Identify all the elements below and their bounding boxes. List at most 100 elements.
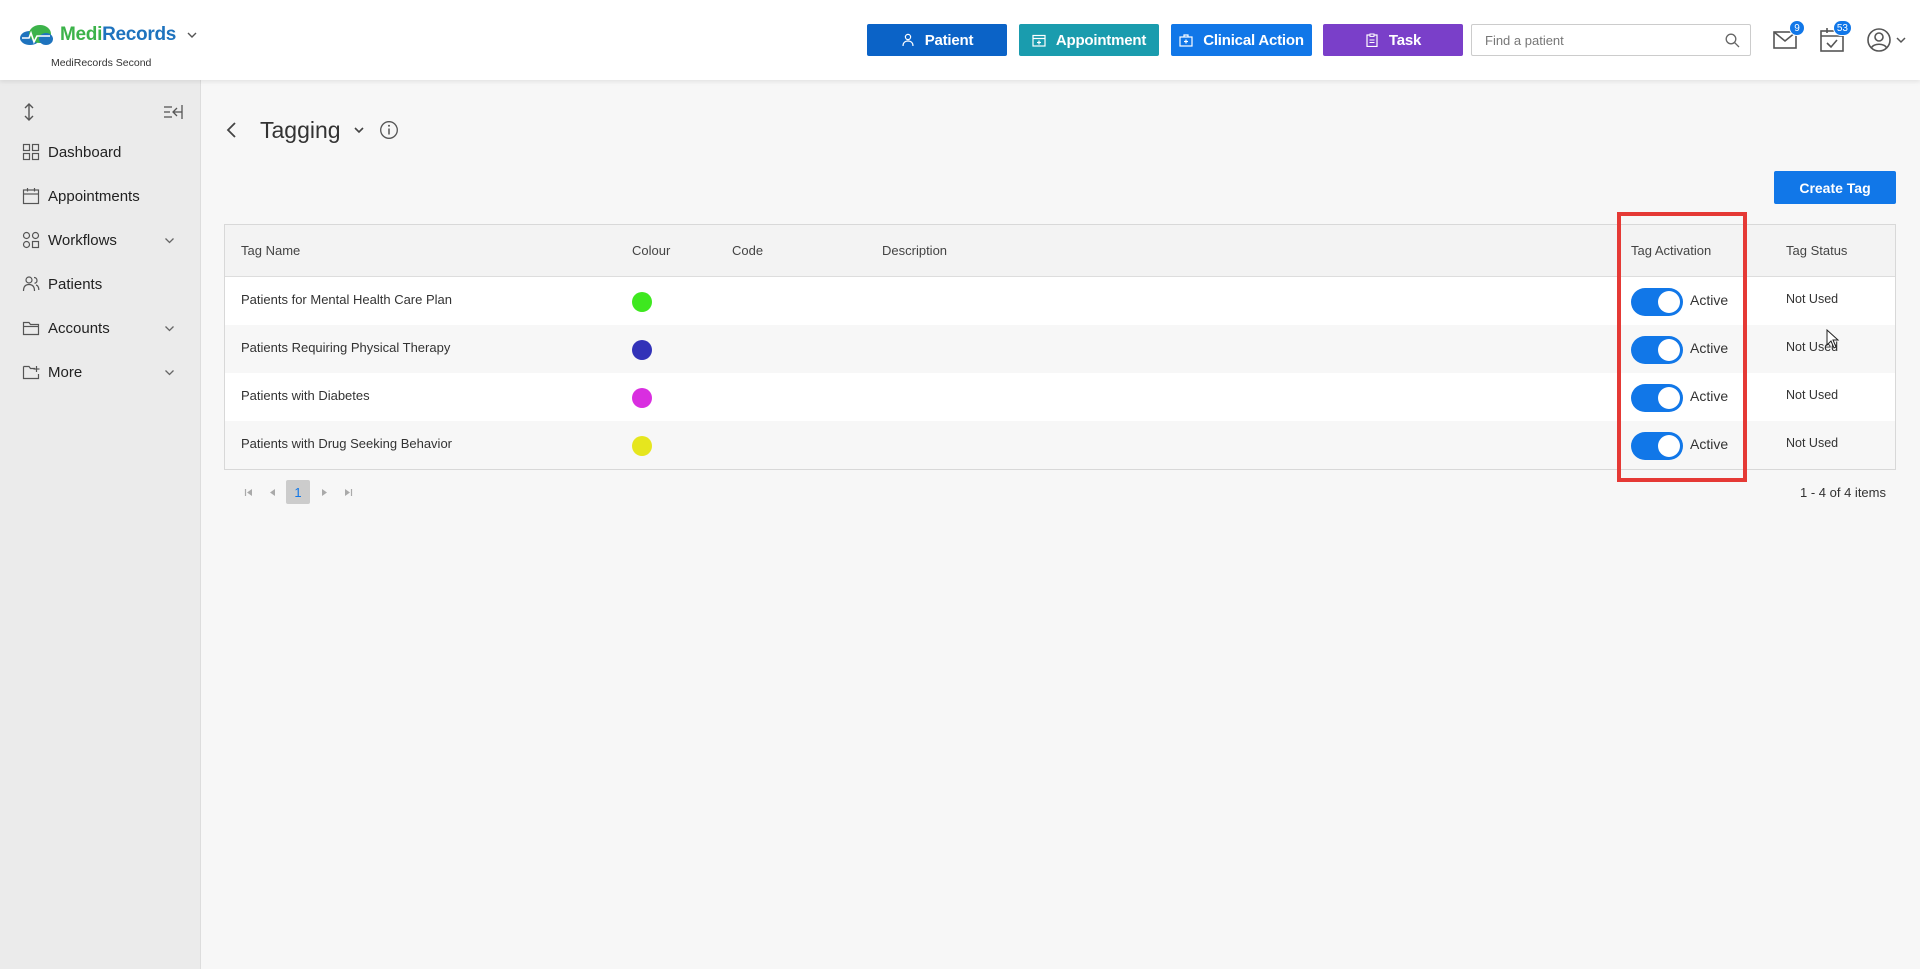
tag-name-cell: Patients for Mental Health Care Plan — [241, 292, 452, 307]
page-title: Tagging — [260, 116, 341, 143]
sidebar-item-patients[interactable]: Patients — [0, 262, 201, 306]
reorder-arrows-icon[interactable] — [20, 102, 38, 122]
new-appointment-button[interactable]: Appointment — [1019, 24, 1159, 56]
sidebar-item-label: Accounts — [48, 319, 110, 337]
search-icon[interactable] — [1725, 33, 1740, 48]
top-header: MediRecords MediRecords Second Patient A… — [0, 0, 1920, 80]
tag-activation-toggle[interactable] — [1631, 336, 1683, 364]
calendar-plus-icon — [1032, 34, 1046, 47]
tags-table: Tag Name Colour Code Description Tag Act… — [224, 224, 1896, 470]
column-header-tag-status[interactable]: Tag Status — [1786, 243, 1847, 258]
user-menu-button[interactable] — [1865, 26, 1911, 54]
info-icon[interactable] — [379, 120, 399, 140]
tasks-badge: 53 — [1832, 20, 1852, 36]
user-avatar-icon — [1867, 28, 1906, 52]
column-header-tag-name[interactable]: Tag Name — [241, 243, 300, 258]
chevron-down-icon — [165, 326, 174, 332]
tag-activation-label: Active — [1690, 436, 1729, 452]
pagination-info: 1 - 4 of 4 items — [1800, 485, 1886, 500]
table-row[interactable]: Patients Requiring Physical Therapy Acti… — [225, 325, 1895, 373]
page-header: Tagging — [224, 114, 399, 146]
toggle-knob — [1658, 339, 1680, 361]
practice-name: MediRecords Second — [51, 57, 152, 69]
tag-name-cell: Patients Requiring Physical Therapy — [241, 340, 451, 355]
tag-colour-swatch — [632, 436, 652, 456]
prev-page-icon — [269, 488, 275, 496]
tag-activation-label: Active — [1690, 292, 1729, 308]
sidebar-item-label: Appointments — [48, 187, 140, 205]
mouse-cursor-icon — [1826, 329, 1840, 349]
sidebar-item-more[interactable]: More — [0, 350, 201, 394]
back-arrow-icon[interactable] — [224, 121, 240, 139]
collapse-sidebar-icon[interactable] — [163, 103, 183, 121]
page-number-button[interactable]: 1 — [286, 480, 310, 504]
sidebar-item-label: Patients — [48, 275, 103, 293]
tag-activation-toggle[interactable] — [1631, 432, 1683, 460]
calendar-icon — [22, 188, 40, 205]
chevron-down-icon[interactable] — [353, 124, 365, 136]
table-row[interactable]: Patients with Drug Seeking Behavior Acti… — [225, 421, 1895, 469]
column-header-colour[interactable]: Colour — [632, 243, 670, 258]
toggle-knob — [1658, 291, 1680, 313]
brand-name: MediRecords — [60, 24, 177, 45]
tag-name-cell: Patients with Diabetes — [241, 388, 370, 403]
column-header-description[interactable]: Description — [882, 243, 947, 258]
patient-search-input[interactable] — [1472, 25, 1712, 55]
users-icon — [22, 276, 40, 292]
pagination: 1 — [236, 480, 360, 504]
folder-icon — [22, 321, 40, 336]
tag-activation-label: Active — [1690, 388, 1729, 404]
tag-activation-toggle[interactable] — [1631, 288, 1683, 316]
dashboard-icon — [22, 143, 40, 161]
sidebar-item-accounts[interactable]: Accounts — [0, 306, 201, 350]
chevron-down-icon — [165, 370, 174, 376]
tasks-button[interactable]: 53 — [1818, 20, 1852, 54]
sidebar-controls — [20, 102, 185, 122]
column-header-tag-activation[interactable]: Tag Activation — [1631, 243, 1711, 258]
new-task-button[interactable]: Task — [1323, 24, 1463, 56]
column-header-code[interactable]: Code — [732, 243, 763, 258]
new-patient-button[interactable]: Patient — [867, 24, 1007, 56]
chevron-down-icon — [165, 238, 174, 244]
tag-name-cell: Patients with Drug Seeking Behavior — [241, 436, 453, 451]
add-person-icon — [902, 33, 914, 47]
tag-status-cell: Not Used — [1786, 436, 1839, 450]
messages-button[interactable]: 9 — [1771, 20, 1805, 54]
last-page-button[interactable] — [336, 480, 360, 504]
practice-switcher[interactable]: MediRecords — [18, 24, 198, 46]
sidebar-item-label: Dashboard — [48, 143, 122, 161]
folder-plus-icon — [22, 365, 40, 380]
table-header: Tag Name Colour Code Description Tag Act… — [225, 225, 1895, 277]
last-page-icon — [344, 488, 352, 496]
sidebar-item-label: Workflows — [48, 231, 117, 249]
sidebar: Dashboard Appointments Workflows Patient… — [0, 80, 201, 969]
tag-activation-label: Active — [1690, 340, 1729, 356]
first-page-button[interactable] — [236, 480, 260, 504]
table-row[interactable]: Patients with Diabetes Active Not Used — [225, 373, 1895, 421]
next-page-icon — [321, 488, 327, 496]
medirecords-logo-icon — [20, 25, 53, 45]
workflow-icon — [22, 231, 40, 249]
medical-bag-icon — [1179, 34, 1193, 47]
patient-search — [1471, 24, 1751, 56]
sidebar-item-workflows[interactable]: Workflows — [0, 218, 201, 262]
table-row[interactable]: Patients for Mental Health Care Plan Act… — [225, 277, 1895, 325]
tag-activation-toggle[interactable] — [1631, 384, 1683, 412]
tag-colour-swatch — [632, 388, 652, 408]
tag-colour-swatch — [632, 340, 652, 360]
first-page-icon — [244, 488, 252, 496]
sidebar-item-dashboard[interactable]: Dashboard — [0, 130, 201, 174]
tag-status-cell: Not Used — [1786, 388, 1839, 402]
clipboard-icon — [1366, 33, 1378, 47]
toggle-knob — [1658, 387, 1680, 409]
mail-badge: 9 — [1789, 20, 1805, 36]
create-tag-button[interactable]: Create Tag — [1774, 171, 1896, 204]
sidebar-item-label: More — [48, 363, 83, 381]
tag-status-cell: Not Used — [1786, 292, 1839, 306]
prev-page-button[interactable] — [260, 480, 284, 504]
toggle-knob — [1658, 435, 1680, 457]
chevron-down-icon — [187, 32, 197, 38]
next-page-button[interactable] — [312, 480, 336, 504]
clinical-action-button[interactable]: Clinical Action — [1171, 24, 1312, 56]
sidebar-item-appointments[interactable]: Appointments — [0, 174, 201, 218]
